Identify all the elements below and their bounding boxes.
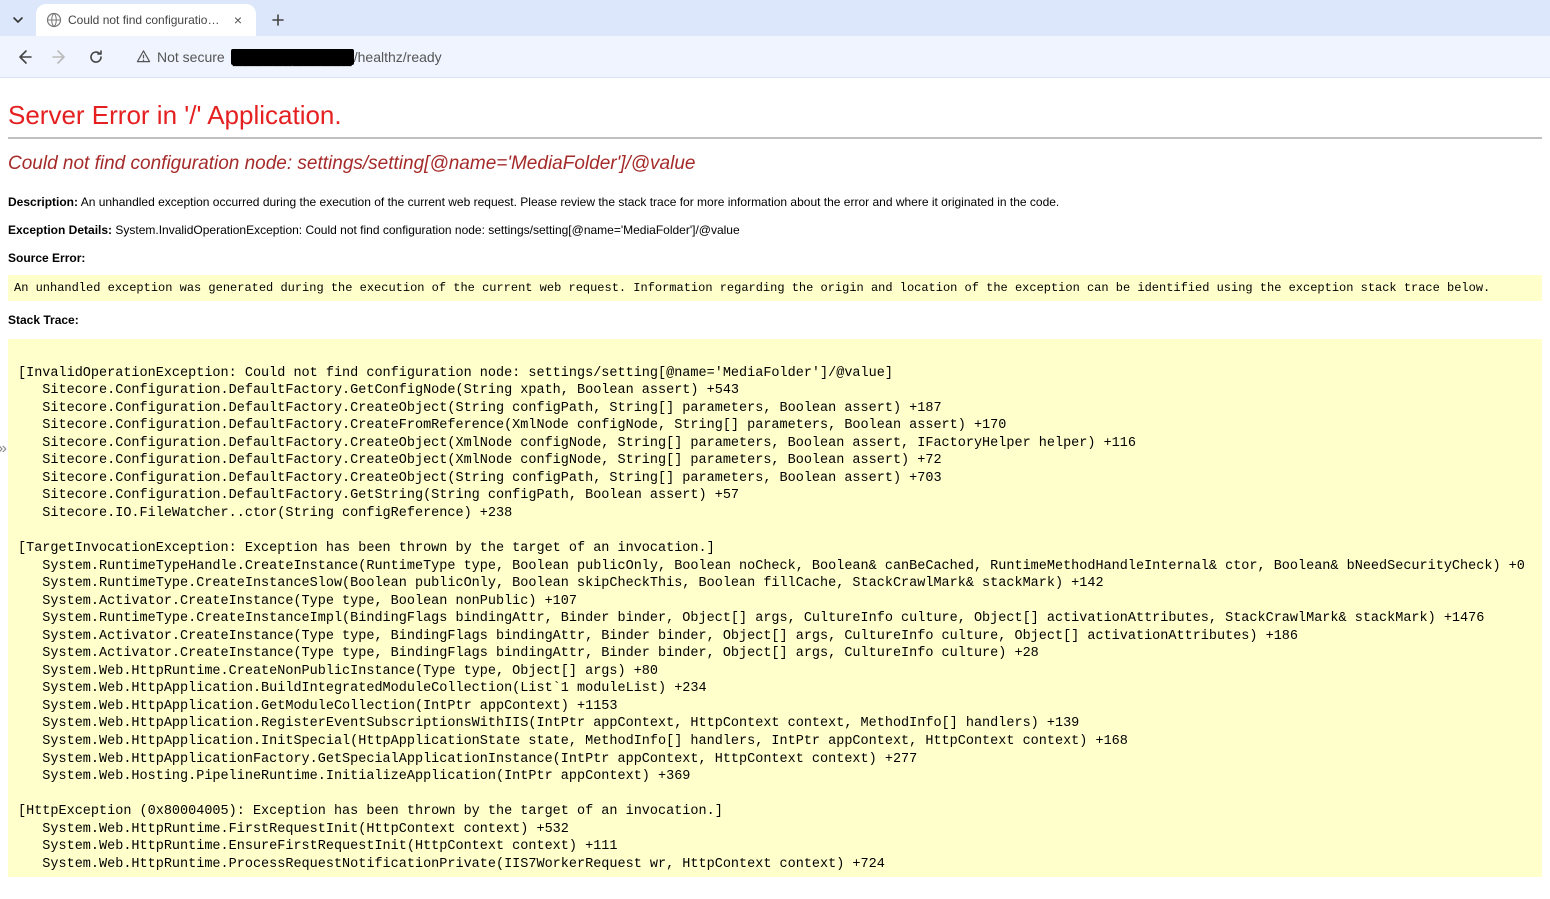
browser-tab[interactable]: Could not find configuration no ×	[36, 4, 256, 36]
forward-button[interactable]	[46, 43, 74, 71]
url-text: ████████████/healthz/ready	[231, 49, 442, 65]
heading-rule	[8, 137, 1542, 139]
browser-toolbar: Not secure ████████████/healthz/ready	[0, 36, 1550, 78]
error-subheading: Could not find configuration node: setti…	[8, 153, 1542, 175]
back-button[interactable]	[10, 43, 38, 71]
address-bar[interactable]: Not secure ████████████/healthz/ready	[124, 41, 1540, 73]
side-marker-icon: »	[0, 440, 7, 458]
description-label: Description:	[8, 195, 78, 209]
chevron-down-icon	[12, 14, 24, 26]
url-redacted: ████████████	[231, 49, 354, 65]
stack-trace-label: Stack Trace:	[8, 313, 79, 327]
source-error-label: Source Error:	[8, 251, 85, 265]
browser-chrome: Could not find configuration no × Not se…	[0, 0, 1550, 78]
close-tab-button[interactable]: ×	[230, 12, 246, 28]
description-line: Description: An unhandled exception occu…	[8, 193, 1542, 211]
stack-trace-line: Stack Trace:	[8, 311, 1542, 329]
exception-line: Exception Details: System.InvalidOperati…	[8, 221, 1542, 239]
stack-trace-box: [InvalidOperationException: Could not fi…	[8, 339, 1542, 877]
tab-search-button[interactable]	[6, 8, 30, 32]
reload-icon	[88, 49, 104, 65]
source-error-line: Source Error:	[8, 249, 1542, 267]
arrow-left-icon	[16, 49, 32, 65]
new-tab-button[interactable]	[264, 6, 292, 34]
description-text: An unhandled exception occurred during t…	[78, 195, 1059, 209]
page-content: Server Error in '/' Application. Could n…	[0, 78, 1550, 897]
plus-icon	[272, 14, 284, 26]
security-label: Not secure	[157, 49, 225, 65]
arrow-right-icon	[52, 49, 68, 65]
globe-icon	[46, 12, 62, 28]
source-error-box: An unhandled exception was generated dur…	[8, 275, 1542, 301]
exception-text: System.InvalidOperationException: Could …	[112, 223, 740, 237]
tab-title: Could not find configuration no	[68, 13, 224, 27]
reload-button[interactable]	[82, 43, 110, 71]
warning-icon	[136, 49, 151, 64]
tab-strip: Could not find configuration no ×	[0, 0, 1550, 36]
exception-label: Exception Details:	[8, 223, 112, 237]
page-heading: Server Error in '/' Application.	[8, 86, 1542, 137]
